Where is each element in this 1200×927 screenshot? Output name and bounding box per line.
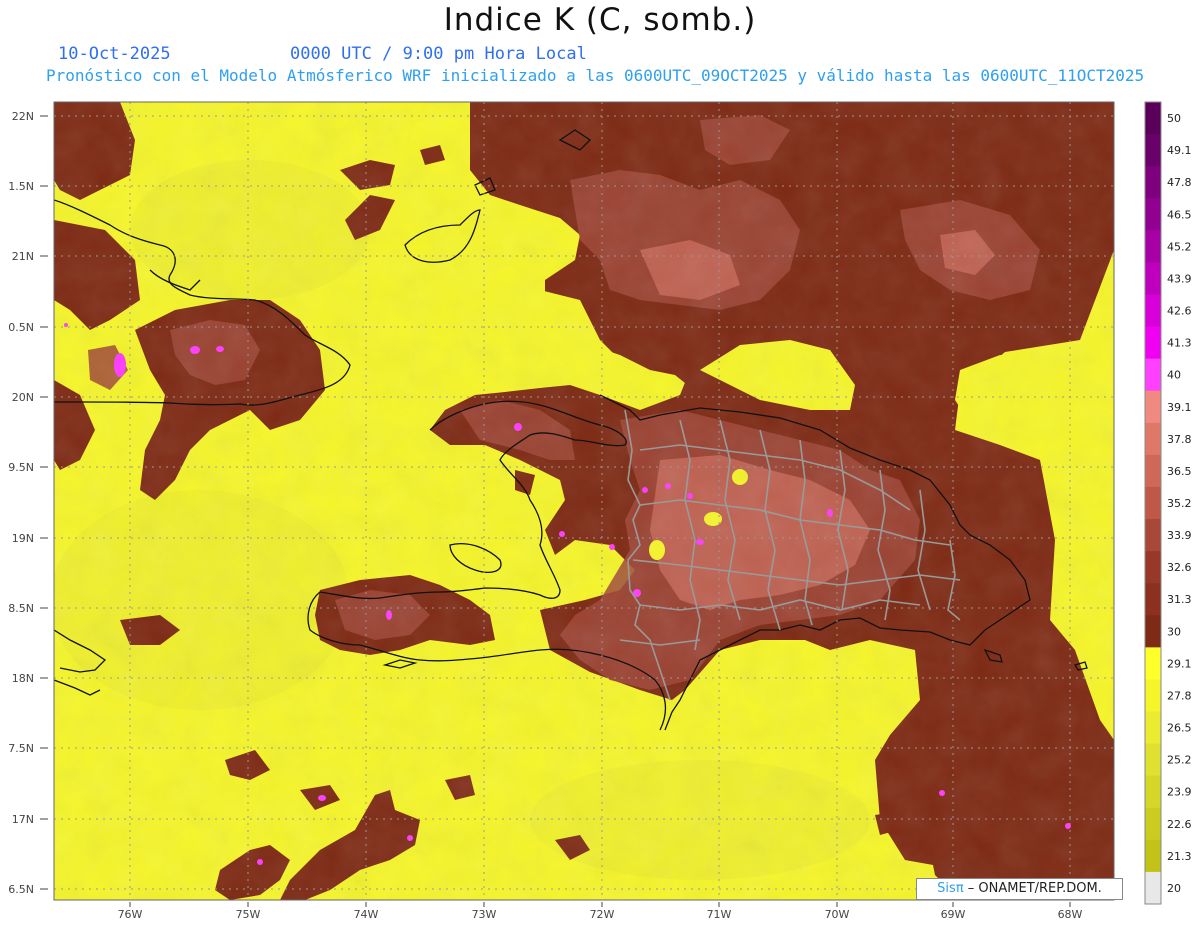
- pi-symbol: π: [955, 881, 964, 896]
- colorbar-swatch: [1145, 615, 1161, 648]
- colorbar-label: 47.8: [1167, 176, 1192, 189]
- colorbar-label: 39.1: [1167, 401, 1192, 414]
- colorbar-label: 23.9: [1167, 786, 1192, 799]
- colorbar-label: 33.9: [1167, 529, 1192, 542]
- colorbar-label: 32.6: [1167, 561, 1192, 574]
- colorbar-swatch: [1145, 486, 1161, 520]
- colorbar-label: 49.1: [1167, 144, 1192, 157]
- lat-label: 8.5N: [8, 602, 34, 615]
- lat-label: 20N: [12, 391, 34, 404]
- colorbar-label: 37.8: [1167, 433, 1192, 446]
- colorbar-label: 45.2: [1167, 240, 1192, 253]
- colorbar-label: 42.6: [1167, 305, 1192, 318]
- colorbar-swatch: [1145, 326, 1161, 360]
- lon-label: 70W: [825, 908, 850, 921]
- k-index-map: 22N 1.5N 21N 0.5N 20N 9.5N 19N 8.5N 18N …: [8, 101, 1192, 921]
- colorbar-label: 31.3: [1167, 593, 1192, 606]
- lon-label: 74W: [354, 908, 379, 921]
- colorbar-swatch: [1145, 294, 1161, 328]
- lon-label: 69W: [941, 908, 966, 921]
- colorbar-label: 26.5: [1167, 722, 1192, 735]
- colorbar-label: 43.9: [1167, 272, 1192, 285]
- colorbar-label: 22.6: [1167, 818, 1192, 831]
- colorbar-label: 36.5: [1167, 465, 1192, 478]
- colorbar-swatch: [1145, 390, 1161, 424]
- colorbar-swatch: [1145, 679, 1161, 713]
- lon-label: 76W: [118, 908, 143, 921]
- colorbar-swatch: [1145, 551, 1161, 584]
- colorbar-swatch: [1145, 422, 1161, 456]
- lat-ticks: [40, 115, 48, 890]
- colorbar-swatch: [1145, 871, 1161, 905]
- lat-label: 1.5N: [8, 180, 34, 193]
- colorbar-label: 27.8: [1167, 689, 1192, 702]
- lat-label: 6.5N: [8, 883, 34, 896]
- lon-label: 68W: [1058, 908, 1083, 921]
- colorbar-swatch: [1145, 583, 1161, 616]
- lat-label: 18N: [12, 672, 34, 685]
- colorbar-label: 46.5: [1167, 208, 1192, 221]
- colorbar-label: 21.3: [1167, 850, 1192, 863]
- colorbar-swatch: [1145, 743, 1161, 777]
- credit-label: Sisπ – ONAMET/REP.DOM.: [916, 878, 1123, 900]
- colorbar-swatch: [1145, 134, 1161, 167]
- colorbar-label: 30: [1167, 625, 1181, 638]
- colorbar-swatch: [1145, 454, 1161, 488]
- lat-label: 21N: [12, 250, 34, 263]
- colorbar-swatch: [1145, 807, 1161, 841]
- colorbar-swatch: [1145, 647, 1161, 680]
- colorbar-swatch: [1145, 230, 1161, 263]
- colorbar-label: 41.3: [1167, 337, 1192, 350]
- lat-label: 0.5N: [8, 321, 34, 334]
- colorbar-swatch: [1145, 198, 1161, 231]
- colorbar-swatch: [1145, 358, 1161, 392]
- lat-label: 9.5N: [8, 461, 34, 474]
- colorbar-label: 29.1: [1167, 657, 1192, 670]
- colorbar-label: 25.2: [1167, 754, 1192, 767]
- colorbar: 50 49.1 47.8 46.5 45.2 43.9 42.6 41.3 40 39.1 37.8…: [1144, 101, 1192, 905]
- lat-label: 22N: [12, 110, 34, 123]
- lon-ticks: [129, 902, 1071, 907]
- colorbar-swatch: [1145, 262, 1161, 295]
- lon-label: 72W: [590, 908, 615, 921]
- colorbar-swatch: [1145, 519, 1161, 552]
- colorbar-label: 40: [1167, 369, 1181, 382]
- colorbar-swatch: [1145, 166, 1161, 199]
- colorbar-label: 50: [1167, 112, 1181, 125]
- lat-label: 19N: [12, 532, 34, 545]
- colorbar-swatch: [1145, 102, 1161, 135]
- lat-axis: 22N 1.5N 21N 0.5N 20N 9.5N 19N 8.5N 18N …: [8, 110, 34, 896]
- colorbar-label: 20: [1167, 882, 1181, 895]
- lat-label: 7.5N: [8, 742, 34, 755]
- colorbar-swatch: [1145, 775, 1161, 809]
- lon-label: 75W: [236, 908, 261, 921]
- colorbar-swatch: [1145, 839, 1161, 873]
- lon-axis: 76W 75W 74W 73W 72W 71W 70W 69W 68W: [118, 908, 1083, 921]
- lon-label: 71W: [707, 908, 732, 921]
- k-index-field: [54, 102, 1114, 900]
- colorbar-swatch: [1145, 711, 1161, 745]
- colorbar-label: 35.2: [1167, 497, 1192, 510]
- lat-label: 17N: [12, 813, 34, 826]
- lon-label: 73W: [472, 908, 497, 921]
